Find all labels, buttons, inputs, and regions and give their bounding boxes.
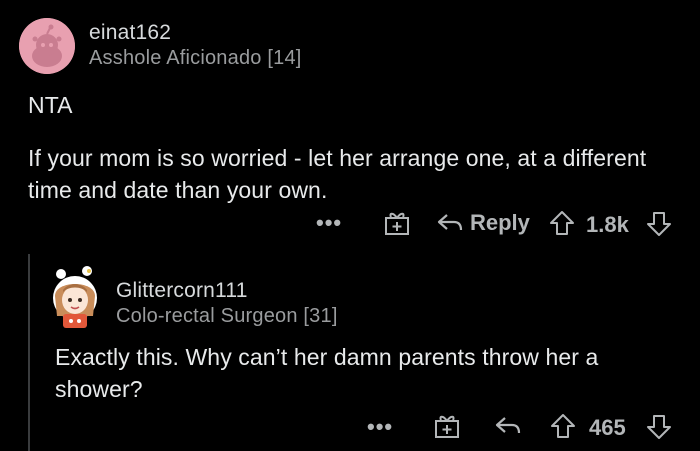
more-icon: ••• (367, 414, 394, 439)
comment-paragraph: NTA (28, 92, 73, 118)
more-icon: ••• (316, 210, 343, 235)
award-button[interactable] (433, 413, 461, 439)
more-options-button[interactable]: ••• (316, 210, 342, 236)
downvote-icon (647, 212, 671, 236)
user-flair: Asshole Aficionado [14] (89, 47, 302, 69)
username[interactable]: einat162 (89, 21, 171, 45)
award-button[interactable] (383, 210, 411, 236)
award-icon (385, 212, 409, 235)
vote-score: 465 (589, 415, 626, 440)
thread-line[interactable] (28, 254, 30, 451)
comment-paragraph: If your mom is so worried - let her arra… (28, 145, 647, 203)
username[interactable]: Glittercorn111 (116, 279, 248, 303)
upvote-icon (551, 414, 575, 438)
snoo-avatar-icon (19, 18, 75, 74)
vote-score: 1.8k (586, 212, 629, 237)
user-avatar[interactable] (49, 266, 101, 332)
upvote-button[interactable] (549, 412, 577, 440)
reply-button[interactable]: Reply (436, 210, 530, 236)
downvote-button[interactable] (645, 210, 673, 238)
upvote-button[interactable] (548, 209, 576, 237)
reply-label: Reply (470, 210, 530, 235)
reply-button[interactable] (494, 414, 522, 438)
upvote-icon (550, 211, 574, 235)
user-flair: Colo-rectal Surgeon [31] (116, 305, 338, 327)
downvote-button[interactable] (645, 413, 673, 441)
unicorn-avatar-icon (53, 266, 97, 328)
reply-icon (437, 214, 463, 231)
downvote-icon (647, 415, 671, 439)
comment-paragraph: Exactly this. Why can’t her damn parents… (55, 344, 599, 402)
user-avatar[interactable] (19, 18, 75, 74)
reply-icon (495, 417, 521, 434)
award-icon (435, 415, 459, 438)
more-options-button[interactable]: ••• (367, 414, 393, 440)
